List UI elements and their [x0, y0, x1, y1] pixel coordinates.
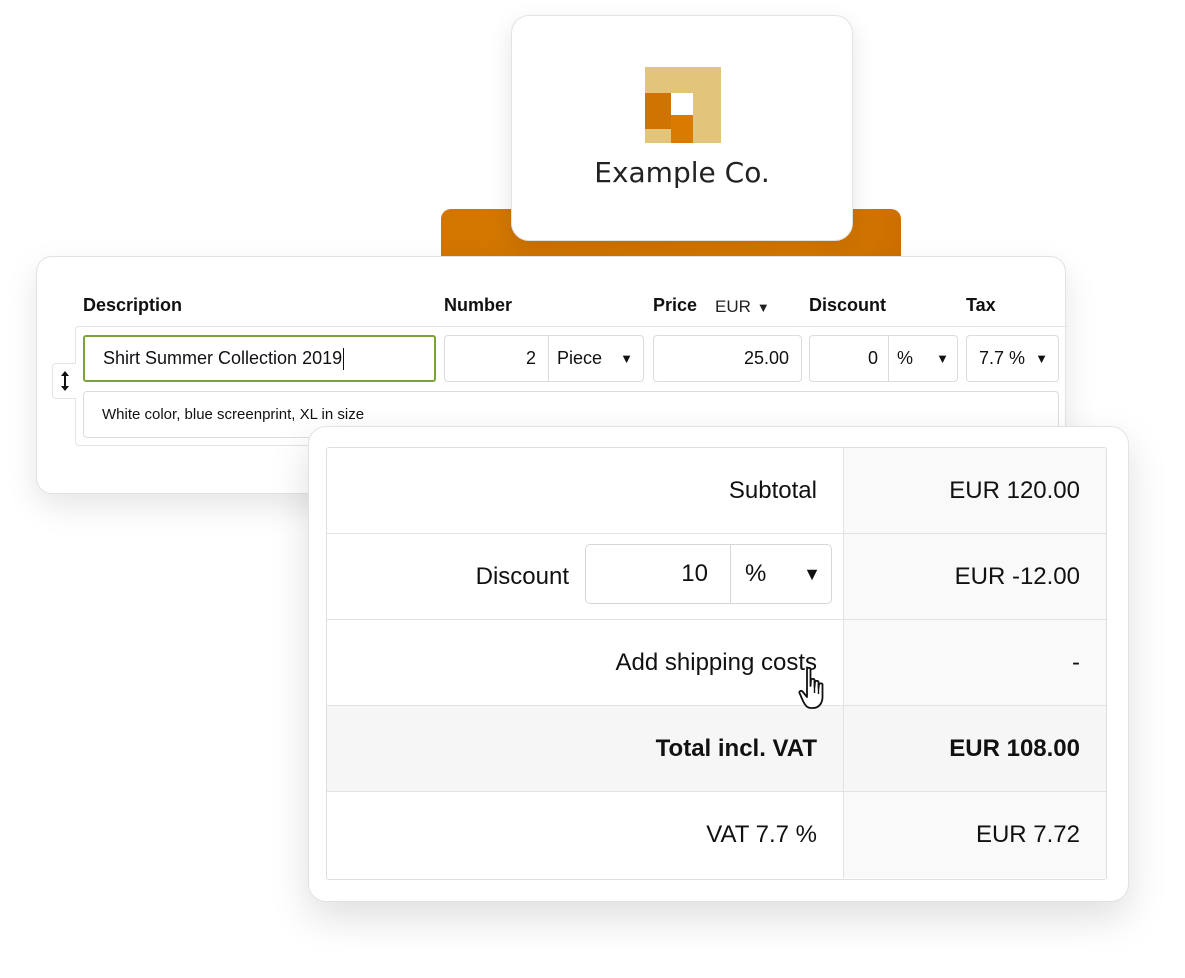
caret-down-icon: ▼ [803, 563, 821, 584]
column-header-description: Description [83, 295, 183, 315]
subtotal-amount: EUR 120.00 [844, 448, 1106, 533]
item-discount-unit-value: % [897, 348, 914, 368]
total-discount-unit-select[interactable]: % ▼ [731, 545, 831, 603]
price-input[interactable]: 25.00 [653, 335, 802, 382]
discount-cell: Discount 10 % ▼ [327, 534, 844, 619]
discount-label: Discount [475, 562, 569, 590]
discount-amount: EUR -12.00 [844, 534, 1106, 619]
currency-select[interactable]: EUR ▼ [715, 297, 770, 317]
price-value: 25.00 [743, 348, 789, 368]
subtotal-label: Subtotal [327, 448, 844, 533]
column-header-tax: Tax [966, 295, 996, 315]
vat-amount: EUR 7.72 [844, 792, 1106, 878]
shipping-row: Add shipping costs - [327, 620, 1106, 706]
description-value: Shirt Summer Collection 2019 [103, 348, 343, 368]
total-discount-field[interactable]: 10 % ▼ [585, 544, 832, 604]
tax-value: 7.7 % [979, 348, 1026, 368]
total-amount: EUR 108.00 [844, 706, 1106, 791]
shipping-amount: - [844, 620, 1106, 705]
company-logo-card: Example Co. [511, 15, 853, 241]
vat-row: VAT 7.7 % EUR 7.72 [327, 792, 1106, 878]
caret-down-icon: ▼ [620, 351, 633, 366]
column-header-number: Number [444, 295, 513, 315]
quantity-input[interactable]: 2 [445, 336, 549, 381]
vertical-resize-icon [60, 371, 69, 391]
item-discount-field[interactable]: 0 % ▼ [809, 335, 958, 382]
total-discount-unit-value: % [745, 560, 767, 587]
subtotal-row: Subtotal EUR 120.00 [327, 448, 1106, 534]
total-label: Total incl. VAT [327, 706, 844, 791]
unit-value: Piece [557, 348, 603, 368]
caret-down-icon: ▼ [1035, 351, 1048, 366]
caret-down-icon: ▼ [936, 351, 949, 366]
column-header-price: Price [653, 295, 698, 315]
row-drag-handle[interactable] [52, 363, 76, 399]
vat-label: VAT 7.7 % [327, 792, 844, 878]
column-header-discount: Discount [809, 295, 887, 315]
totals-card: Subtotal EUR 120.00 Discount 10 % ▼ EUR … [308, 426, 1129, 902]
quantity-field[interactable]: 2 Piece ▼ [444, 335, 644, 382]
total-discount-input[interactable]: 10 [586, 545, 731, 603]
company-logo-icon [645, 67, 721, 143]
tax-select[interactable]: 7.7 % ▼ [966, 335, 1059, 382]
description-input[interactable]: Shirt Summer Collection 2019 [83, 335, 436, 382]
add-shipping-costs-link[interactable]: Add shipping costs [327, 620, 844, 705]
total-row: Total incl. VAT EUR 108.00 [327, 706, 1106, 792]
currency-value: EUR [715, 297, 751, 316]
totals-table: Subtotal EUR 120.00 Discount 10 % ▼ EUR … [326, 447, 1107, 880]
hand-pointer-icon [798, 666, 824, 709]
text-caret [343, 347, 345, 370]
discount-row: Discount 10 % ▼ EUR -12.00 [327, 534, 1106, 620]
item-discount-input[interactable]: 0 [810, 336, 889, 381]
unit-select[interactable]: Piece ▼ [549, 348, 643, 369]
item-note-value: White color, blue screenprint, XL in siz… [102, 406, 365, 423]
caret-down-icon: ▼ [756, 300, 770, 315]
company-name: Example Co. [594, 156, 770, 189]
item-discount-unit-select[interactable]: % ▼ [889, 348, 957, 369]
